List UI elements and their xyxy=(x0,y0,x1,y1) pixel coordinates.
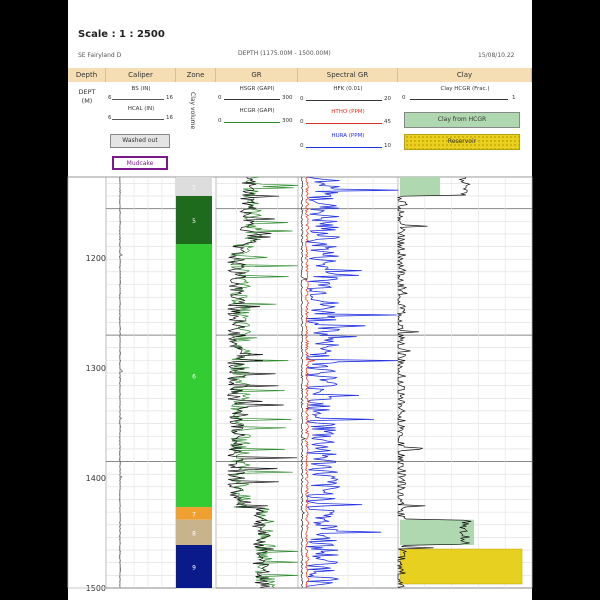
zone-label-4: 8 xyxy=(192,530,196,537)
hcgr-curve xyxy=(229,176,299,588)
track-frame-1 xyxy=(105,176,177,589)
zone-label-1: 5 xyxy=(192,218,196,225)
zone-label-3: 7 xyxy=(192,511,196,518)
zone-label-0: 1 xyxy=(192,184,196,191)
track-frame-0 xyxy=(67,176,107,589)
zone-label-2: 6 xyxy=(192,374,196,381)
hura-curve xyxy=(305,176,399,588)
htho-curve xyxy=(304,176,315,588)
log-plot: 1 5 6 7 8 9 xyxy=(67,176,533,589)
clay-fill-top xyxy=(400,177,440,196)
zone-label-5: 9 xyxy=(192,565,196,572)
reservoir-fill xyxy=(399,548,523,585)
hsgr-curve xyxy=(226,176,298,588)
